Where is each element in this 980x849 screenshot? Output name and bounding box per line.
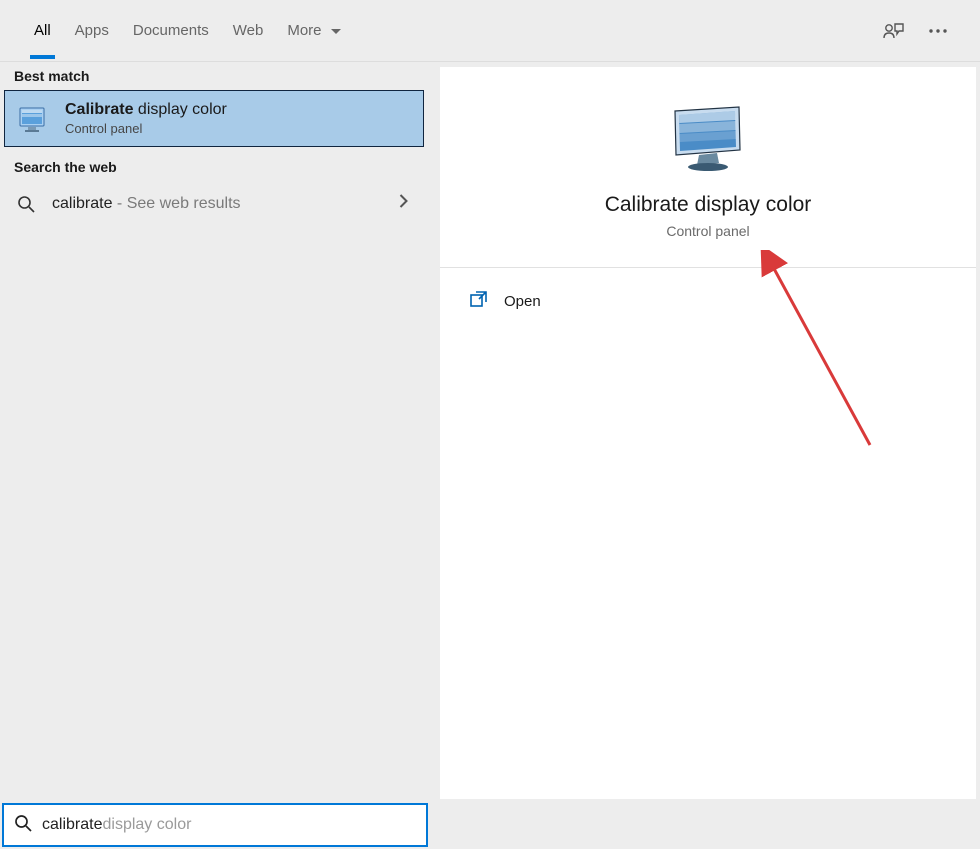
best-match-result[interactable]: Calibrate display color Control panel [4,90,424,147]
detail-title: Calibrate display color [460,193,956,217]
detail-panel: Calibrate display color Control panel Op… [440,67,976,799]
search-tabs-bar: All Apps Documents Web More [0,0,980,62]
web-result-text: calibrate - See web results [52,195,241,213]
best-match-title: Calibrate display color [65,101,227,119]
tab-more-label: More [287,22,321,39]
detail-subtitle: Control panel [460,223,956,239]
tab-web[interactable]: Web [221,2,276,59]
chevron-down-icon [331,22,341,39]
chevron-right-icon [399,194,414,213]
control-panel-icon [17,102,51,136]
search-input[interactable]: calibrate display color [2,803,428,847]
best-match-subtitle: Control panel [65,121,227,136]
search-icon [14,195,38,213]
search-web-label: Search the web [0,153,428,181]
web-result-item[interactable]: calibrate - See web results [0,181,428,226]
search-typed-text: calibrate [42,816,102,834]
open-label: Open [504,293,541,310]
search-icon [14,814,32,837]
best-match-label: Best match [0,62,428,90]
tab-documents[interactable]: Documents [121,2,221,59]
search-ghost-suggestion: display color [102,816,191,834]
feedback-icon[interactable] [872,9,916,53]
tab-more[interactable]: More [275,2,352,60]
open-action[interactable]: Open [440,268,976,334]
tab-apps[interactable]: Apps [63,2,121,59]
more-options-icon[interactable] [916,9,960,53]
open-icon [470,290,488,312]
tab-all[interactable]: All [22,2,63,59]
results-panel: Best match Calibrate display color Contr… [0,62,428,799]
monitor-icon [669,105,747,175]
